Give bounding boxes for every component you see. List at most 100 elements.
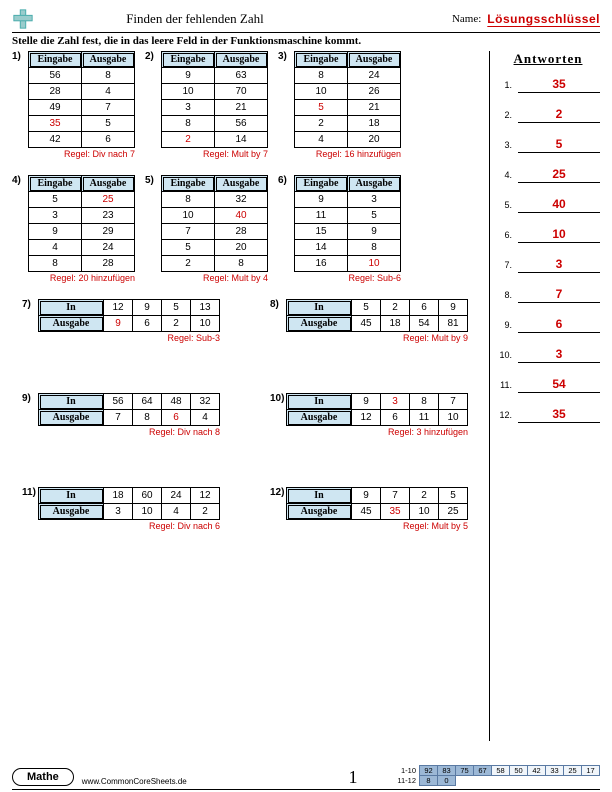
cell: 5 [295,100,348,116]
col-out: Ausgabe [215,52,268,68]
cell: 10 [348,256,401,272]
cell: 12 [104,300,133,316]
page-title: Finden der fehlenden Zahl [0,11,452,27]
problem-number: 2) [145,51,159,62]
score-label: 1-10 [395,766,419,776]
answers-list: 1.352.23.54.255.406.107.38.79.610.311.54… [496,77,600,423]
problem-number: 4) [12,175,26,186]
answer-value: 35 [518,77,600,93]
col-out: Ausgabe [82,52,135,68]
problem-10: 10) In9387 Ausgabe1261110 Regel: 3 hinzu… [270,393,468,437]
cell: 9 [162,68,215,84]
score-cell: 17 [582,766,600,776]
col-out: Ausgabe [215,176,268,192]
function-table: EingabeAusgabe 931151591481610 [294,175,401,272]
rule-text: Regel: Div nach 7 [28,149,135,159]
cell: 18 [104,488,133,504]
score-cell: 67 [474,766,492,776]
answer-value: 3 [518,257,600,273]
row-in: In [287,300,352,316]
rule-text: Regel: Mult by 4 [161,273,268,283]
cell: 3 [381,394,410,410]
name-label: Name: [452,13,481,25]
cell: 10 [162,84,215,100]
answer-value: 40 [518,197,600,213]
answer-value: 10 [518,227,600,243]
cell: 32 [191,394,220,410]
score-cell: 33 [546,766,564,776]
answer-value: 6 [518,317,600,333]
cell: 8 [29,256,82,272]
answer-number: 12. [496,410,512,420]
score-cell: 25 [564,766,582,776]
cell: 5 [29,192,82,208]
cell: 21 [215,100,268,116]
cell: 9 [352,488,381,504]
cell: 6 [410,300,439,316]
cell: 12 [352,410,381,426]
function-table: EingabeAusgabe 525323929424828 [28,175,135,272]
cell: 11 [295,208,348,224]
cell: 56 [104,394,133,410]
answer-number: 2. [496,110,512,120]
row-out: Ausgabe [39,410,104,426]
answer-number: 7. [496,260,512,270]
problem-5: 5) EingabeAusgabe 832104072852028 Regel:… [145,175,268,283]
answer-row: 7.3 [496,257,600,273]
answer-row: 12.35 [496,407,600,423]
score-cell: 83 [438,766,456,776]
cell: 8 [133,410,162,426]
cell: 23 [82,208,135,224]
cell: 2 [295,116,348,132]
rule-text: Regel: Mult by 5 [286,521,468,531]
cell: 8 [410,394,439,410]
cell: 14 [295,240,348,256]
score-cell: 58 [492,766,510,776]
answer-row: 1.35 [496,77,600,93]
horizontal-row-2: 9) In56644832 Ausgabe7864 Regel: Div nac… [22,393,483,437]
answer-value: 3 [518,347,600,363]
rule-text: Regel: Div nach 6 [38,521,220,531]
cell: 8 [162,116,215,132]
vertical-row-1: 1) EingabeAusgabe 568284497355426 Regel:… [12,51,483,159]
cell: 70 [215,84,268,100]
cell: 6 [162,410,191,426]
problem-3: 3) EingabeAusgabe 8241026521218420 Regel… [278,51,401,159]
problem-9: 9) In56644832 Ausgabe7864 Regel: Div nac… [22,393,220,437]
problem-number: 7) [22,299,36,310]
row-out: Ausgabe [287,410,352,426]
answer-row: 4.25 [496,167,600,183]
cell: 7 [82,100,135,116]
row-out: Ausgabe [39,316,104,332]
problem-4: 4) EingabeAusgabe 525323929424828 Regel:… [12,175,135,283]
col-out: Ausgabe [82,176,135,192]
answer-row: 5.40 [496,197,600,213]
score-grid: 1-109283756758504233251711-1280 [395,765,600,786]
answer-row: 2.2 [496,107,600,123]
answer-number: 11. [496,380,512,390]
cell: 54 [410,316,439,332]
answers-column: Antworten 1.352.23.54.255.406.107.38.79.… [490,51,600,437]
score-label: 11-12 [395,776,419,786]
answer-number: 1. [496,80,512,90]
cell: 10 [162,208,215,224]
cell: 8 [215,256,268,272]
cell: 9 [295,192,348,208]
answer-value: 25 [518,167,600,183]
cell: 2 [162,132,215,148]
col-in: Eingabe [162,176,215,192]
footer: Mathe www.CommonCoreSheets.de 1 1-109283… [12,765,600,786]
answer-number: 9. [496,320,512,330]
cell: 45 [352,504,381,520]
problem-number: 10) [270,393,284,404]
cell: 18 [381,316,410,332]
problem-number: 9) [22,393,36,404]
function-table: EingabeAusgabe 568284497355426 [28,51,135,148]
cell: 14 [215,132,268,148]
cell: 28 [215,224,268,240]
rule-text: Regel: Mult by 7 [161,149,268,159]
answer-row: 11.54 [496,377,600,393]
cell: 10 [439,410,468,426]
cell: 7 [162,224,215,240]
function-table: In9387 Ausgabe1261110 [286,393,468,426]
